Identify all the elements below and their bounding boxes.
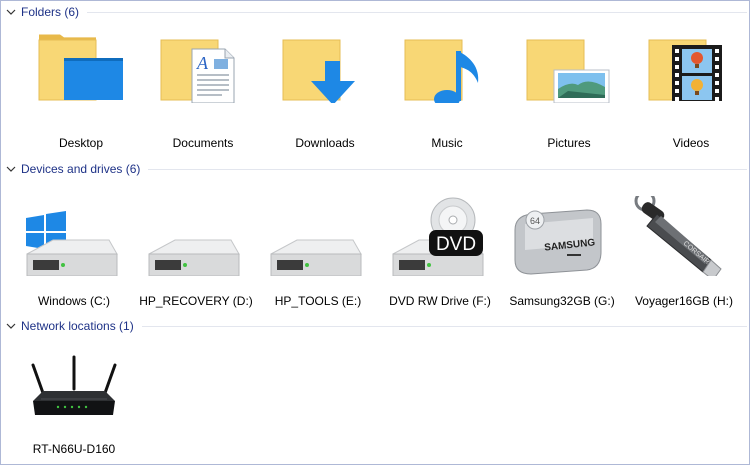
folder-item-pictures[interactable]: Pictures <box>508 23 630 150</box>
item-label: RT-N66U-D160 <box>32 442 116 456</box>
group-divider <box>141 325 747 327</box>
chevron-down-icon[interactable] <box>3 166 19 172</box>
group-divider <box>148 168 747 170</box>
group-divider <box>87 11 747 13</box>
drive-item-voyager-h[interactable]: CORSAIR Voyager16GB (H:) <box>623 196 745 316</box>
usb-drive-icon: CORSAIR <box>634 196 722 276</box>
drive-item-dvd-rw-f[interactable]: DVD DVD RW Drive (F:) <box>379 196 501 316</box>
item-label: Videos <box>672 136 710 150</box>
item-label: Downloads <box>295 136 355 150</box>
item-label: Documents <box>172 136 234 150</box>
item-label: Music <box>431 136 463 150</box>
folder-item-videos[interactable]: Videos <box>630 23 749 150</box>
group-title-network: Network locations (1) <box>21 319 134 333</box>
hard-drive-icon <box>270 239 362 276</box>
drive-item-windows-c[interactable]: Windows (C:) <box>13 196 135 316</box>
chevron-down-icon[interactable] <box>3 323 19 329</box>
drive-item-samsung-g[interactable]: 64 SAMSUNG Samsung32GB (G:) <box>501 196 623 316</box>
group-header-folders[interactable]: Folders (6) <box>1 3 749 21</box>
downloads-folder-icon <box>282 39 355 103</box>
folder-item-downloads[interactable]: Downloads <box>264 23 386 150</box>
group-title-folders: Folders (6) <box>21 5 80 19</box>
capacity-mark: 64 <box>530 216 540 226</box>
folder-item-desktop[interactable]: Desktop <box>20 23 142 150</box>
group-header-devices[interactable]: Devices and drives (6) <box>1 160 749 178</box>
item-label: Voyager16GB (H:) <box>634 294 734 308</box>
group-header-network[interactable]: Network locations (1) <box>1 317 749 335</box>
item-label: HP_RECOVERY (D:) <box>139 294 253 308</box>
item-label: Samsung32GB (G:) <box>509 294 615 308</box>
documents-folder-icon: A <box>160 39 235 103</box>
network-item-router[interactable]: RT-N66U-D160 <box>13 349 135 464</box>
hard-drive-icon <box>148 239 240 276</box>
chevron-down-icon[interactable] <box>3 9 19 15</box>
group-title-devices: Devices and drives (6) <box>21 162 141 176</box>
router-icon <box>31 355 117 415</box>
svg-text:A: A <box>196 53 209 73</box>
desktop-folder-icon <box>38 34 123 101</box>
item-label: DVD RW Drive (F:) <box>389 294 491 308</box>
dvd-badge: DVD <box>436 234 476 255</box>
pictures-folder-icon <box>526 39 610 103</box>
folder-item-documents[interactable]: A Documents <box>142 23 264 150</box>
item-label: HP_TOOLS (E:) <box>274 294 362 308</box>
item-label: Desktop <box>58 136 104 150</box>
windows-drive-icon <box>26 211 118 276</box>
item-label: Windows (C:) <box>37 294 110 308</box>
item-label: Pictures <box>547 136 591 150</box>
dvd-drive-icon: DVD <box>392 197 484 276</box>
usb-drive-icon: 64 SAMSUNG <box>514 209 602 275</box>
drive-item-hp-tools-e[interactable]: HP_TOOLS (E:) <box>257 196 379 316</box>
videos-folder-icon <box>648 39 722 101</box>
drive-item-hp-recovery-d[interactable]: HP_RECOVERY (D:) <box>135 196 257 316</box>
music-folder-icon <box>404 39 479 103</box>
folder-item-music[interactable]: Music <box>386 23 508 150</box>
explorer-content-pane: Folders (6) Desktop A Documents Download… <box>0 0 750 465</box>
